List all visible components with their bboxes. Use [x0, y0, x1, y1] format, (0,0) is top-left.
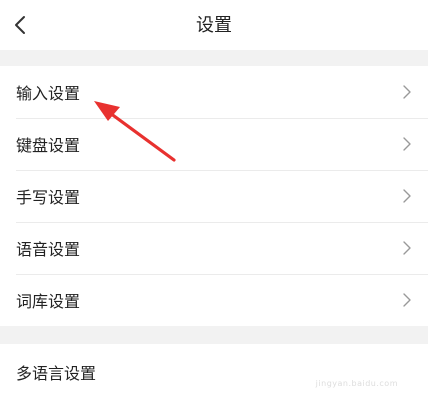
- settings-item-label: 键盘设置: [16, 136, 81, 155]
- settings-item-label: 语音设置: [16, 240, 81, 259]
- settings-item-dictionary[interactable]: 词库设置: [0, 274, 428, 326]
- settings-item-label: 手写设置: [16, 188, 81, 207]
- chevron-left-icon: [15, 16, 25, 34]
- top-navigation-bar: 设置: [0, 0, 428, 50]
- settings-item-handwriting[interactable]: 手写设置: [0, 170, 428, 222]
- settings-item-voice[interactable]: 语音设置: [0, 222, 428, 274]
- chevron-right-icon: [402, 136, 412, 152]
- back-button[interactable]: [6, 9, 34, 41]
- settings-item-label: 输入设置: [16, 84, 81, 103]
- settings-list-secondary: 多语言设置: [0, 344, 428, 401]
- chevron-right-icon: [402, 240, 412, 256]
- settings-item-multilanguage[interactable]: 多语言设置: [0, 344, 428, 401]
- settings-item-label: 多语言设置: [16, 363, 97, 383]
- settings-item-keyboard[interactable]: 键盘设置: [0, 118, 428, 170]
- settings-item-input[interactable]: 输入设置: [0, 66, 428, 118]
- chevron-right-icon: [402, 84, 412, 100]
- settings-item-label: 词库设置: [16, 292, 81, 311]
- settings-list: 输入设置 键盘设置 手写设置 语音设置 词库设置: [0, 66, 428, 326]
- chevron-right-icon: [402, 188, 412, 204]
- chevron-right-icon: [402, 292, 412, 308]
- page-title: 设置: [196, 15, 232, 36]
